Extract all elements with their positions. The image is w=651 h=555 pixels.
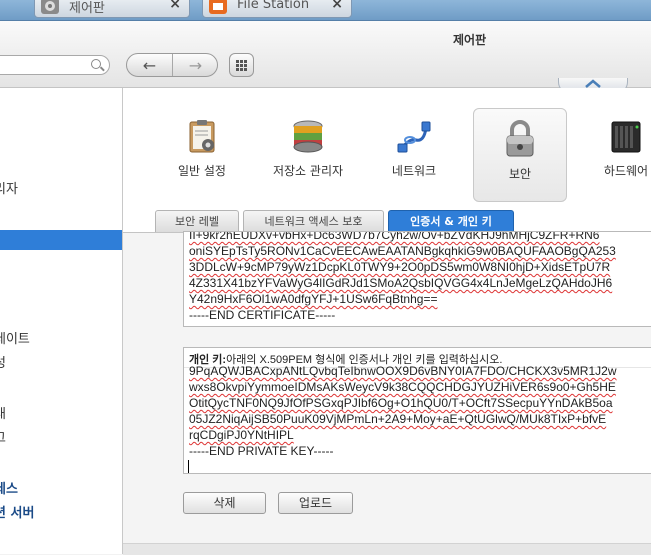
certificate-line: 3DDLcW+9cMP79yWz1DcpKL0TWY9+2O0pDS5wm0W8… — [189, 260, 611, 274]
category-general-settings[interactable]: 일반 설정 — [157, 108, 247, 198]
search-icon[interactable] — [91, 59, 101, 69]
clipboard-gear-icon — [189, 120, 215, 153]
sidebar-item[interactable]: 리자 — [0, 180, 122, 200]
private-key-textarea[interactable]: 개인 키:아래의 X.509PEM 형식에 인증서나 개인 키를 입력하십시오.… — [183, 347, 651, 474]
main-panel: 일반 설정 저장소 관리자 네트워크 보안 하드웨어 보안 레벨 네트워크 액세… — [123, 88, 651, 555]
grid-icon — [236, 60, 247, 71]
certificate-textarea[interactable]: II+9kr2hEUDXv+vbHx+Dc63WD7b7Cyh2w/Ov+bZV… — [183, 231, 651, 327]
category-label: 일반 설정 — [178, 164, 226, 178]
private-key-line: wxs8OkvpiYymmoeIDMsAKsWeycV9k38CQQCHDGJY… — [189, 380, 616, 394]
sidebar-item-label: 리자 — [0, 182, 18, 197]
close-icon[interactable]: × — [331, 0, 343, 12]
sidebar-item-label: 태 — [0, 407, 6, 422]
category-storage-manager[interactable]: 저장소 관리자 — [263, 108, 353, 198]
sidebar-item[interactable]: 그 — [0, 429, 122, 449]
delete-button[interactable]: 삭제 — [183, 492, 266, 514]
private-key-line: OtitQycTNF0NQ9JfOfPSGxqPJIbf6Og+O1hQU0/T… — [189, 396, 613, 410]
navigation-buttons: ← → — [126, 53, 218, 77]
sidebar-item[interactable]: 세스 — [0, 480, 122, 500]
private-key-line: 05JZ2NiqAijSB50PuuK09VjMPmLn+2A9+Moy+aE+… — [189, 412, 607, 426]
category-security[interactable]: 보안 — [473, 108, 567, 202]
tab-security-level[interactable]: 보안 레벨 — [155, 210, 239, 232]
sidebar-item-selected[interactable] — [0, 230, 122, 250]
folder-icon — [209, 0, 227, 14]
private-key-line: rqCDgiPJ0YNtHIPL — [189, 428, 294, 442]
certificate-line: II+9kr2hEUDXv+vbHx+Dc63WD7b7Cyh2w/Ov+bZV… — [189, 231, 600, 242]
sidebar-item-label: 션 서버 — [0, 506, 35, 521]
tab-certificate-private-key[interactable]: 인증서 & 개인 키 — [388, 210, 514, 232]
category-label: 네트워크 — [391, 164, 437, 178]
sidebar-item-label: 세스 — [0, 482, 18, 497]
certificate-end-line: -----END CERTIFICATE----- — [189, 308, 336, 322]
server-icon — [611, 121, 641, 153]
search-input[interactable] — [0, 55, 110, 75]
network-cable-icon — [397, 121, 431, 153]
category-label: 보안 — [508, 167, 532, 181]
close-icon[interactable]: × — [169, 0, 181, 12]
gear-icon — [41, 0, 59, 14]
sidebar-item[interactable]: 데이트 — [0, 330, 122, 350]
tab-file-station[interactable]: File Station × — [202, 0, 352, 18]
tab-label: File Station — [237, 0, 310, 12]
sidebar-item[interactable]: 태 — [0, 405, 122, 425]
sidebar-item-label: 성 — [0, 356, 6, 371]
app-grid-button[interactable] — [229, 53, 254, 77]
category-network[interactable]: 네트워크 — [369, 108, 459, 198]
certificate-line: oniSYEpTsTy5RONv1CaCvEECAwEAATANBgkqhkiG… — [189, 244, 616, 258]
forward-button[interactable]: → — [173, 54, 218, 76]
window-title: 제어판 — [453, 33, 487, 47]
certificate-line: 4Z331X41bzYFVaWyG4lIGdRJd1SMoA2QsbIQVGG4… — [189, 276, 613, 290]
tab-control-panel[interactable]: 제어판 × — [34, 0, 190, 18]
category-hardware[interactable]: 하드웨어 — [581, 108, 651, 198]
sidebar-item[interactable]: 성 — [0, 354, 122, 374]
database-icon — [293, 120, 323, 153]
status-strip — [123, 543, 651, 555]
sidebar: 리자 데이트 성 태 그 세스 션 서버 — [0, 88, 123, 554]
private-key-end-line: -----END PRIVATE KEY----- — [189, 444, 334, 458]
certificate-line: Y42n9HxF6Ol1wA0dfgYFJ+1USw6FqBtnhg== — [189, 292, 438, 306]
window-toolbar: 제어판 ← → — [0, 21, 651, 88]
text-cursor — [188, 460, 189, 473]
tab-network-access-protection[interactable]: 네트워크 액세스 보호 — [243, 210, 384, 232]
tab-label: 제어판 — [69, 1, 105, 16]
sidebar-item[interactable]: 션 서버 — [0, 504, 122, 524]
category-label: 하드웨어 — [603, 164, 649, 178]
app-tab-bar: 제어판 × File Station × — [0, 0, 651, 21]
sidebar-item-label: 그 — [0, 431, 6, 446]
sidebar-item-label: 데이트 — [0, 332, 30, 347]
padlock-icon — [506, 120, 534, 157]
private-key-line: 9PqAQWJBACxpANtLQvbqTeIbnwOOX9D6vBNY0IA7… — [189, 364, 617, 378]
certificate-content: II+9kr2hEUDXv+vbHx+Dc63WD7b7Cyh2w/Ov+bZV… — [123, 231, 651, 554]
category-label: 저장소 관리자 — [272, 164, 344, 178]
back-button[interactable]: ← — [127, 54, 173, 76]
upload-button[interactable]: 업로드 — [278, 492, 353, 514]
